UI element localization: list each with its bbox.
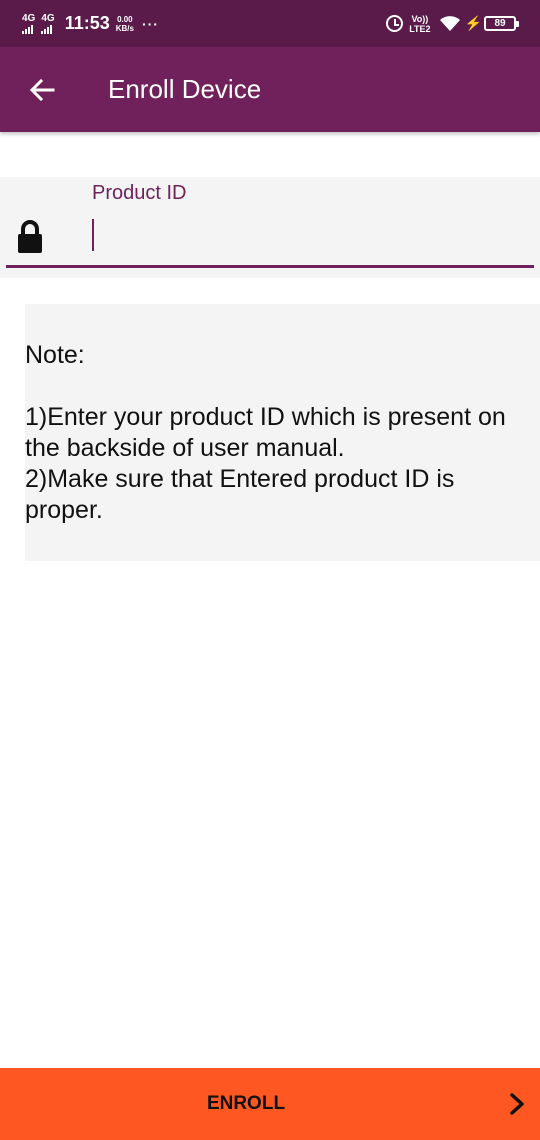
status-right: Vo)) LTE2 ⚡ 89 <box>386 14 519 34</box>
enroll-button[interactable]: ENROLL <box>0 1068 540 1140</box>
wifi-icon <box>439 15 460 31</box>
note-line-1: 1)Enter your product ID which is present… <box>25 403 506 462</box>
status-bar: 4G 4G 11:53 0.00 KB/s ··· Vo)) LTE2 ⚡ 89 <box>0 0 540 47</box>
app-bar: Enroll Device <box>0 47 540 132</box>
note-body: 1)Enter your product ID which is present… <box>25 402 530 526</box>
network-1: 4G <box>22 12 36 34</box>
signal-icon <box>22 24 33 34</box>
volte-bottom: LTE2 <box>409 23 431 34</box>
product-id-input[interactable] <box>84 213 524 263</box>
chevron-right-icon <box>510 1093 524 1115</box>
product-id-label: Product ID <box>92 182 187 204</box>
page-title: Enroll Device <box>108 74 262 104</box>
arrow-left-icon <box>29 78 55 101</box>
alarm-icon <box>386 15 404 32</box>
note-panel: Note: 1)Enter your product ID which is p… <box>25 304 540 561</box>
volte-indicator: Vo)) LTE2 <box>409 14 430 34</box>
clock: 11:53 <box>64 13 110 33</box>
note-title: Note: <box>25 341 85 369</box>
speed-value: 0.00 <box>117 14 133 24</box>
status-left: 4G 4G 11:53 0.00 KB/s ··· <box>22 13 159 34</box>
product-id-field-container: Product ID <box>0 177 540 278</box>
network-1-label: 4G <box>22 12 36 24</box>
text-cursor <box>92 219 94 251</box>
charging-icon: ⚡ <box>464 15 482 31</box>
signal-icon <box>41 24 53 34</box>
network-2-label: 4G <box>41 12 55 24</box>
back-button[interactable] <box>0 47 84 132</box>
lock-icon <box>18 220 42 253</box>
input-underline <box>6 265 534 268</box>
battery-indicator: 89 <box>484 16 519 31</box>
speed-unit: KB/s <box>115 23 134 33</box>
enroll-button-label: ENROLL <box>206 1093 286 1114</box>
network-2: 4G <box>41 12 55 34</box>
network-speed: 0.00 KB/s <box>116 15 134 33</box>
volte-top: Vo)) <box>411 13 429 24</box>
more-notifications-icon: ··· <box>141 15 159 32</box>
note-line-2: 2)Make sure that Entered product ID is p… <box>25 465 455 524</box>
